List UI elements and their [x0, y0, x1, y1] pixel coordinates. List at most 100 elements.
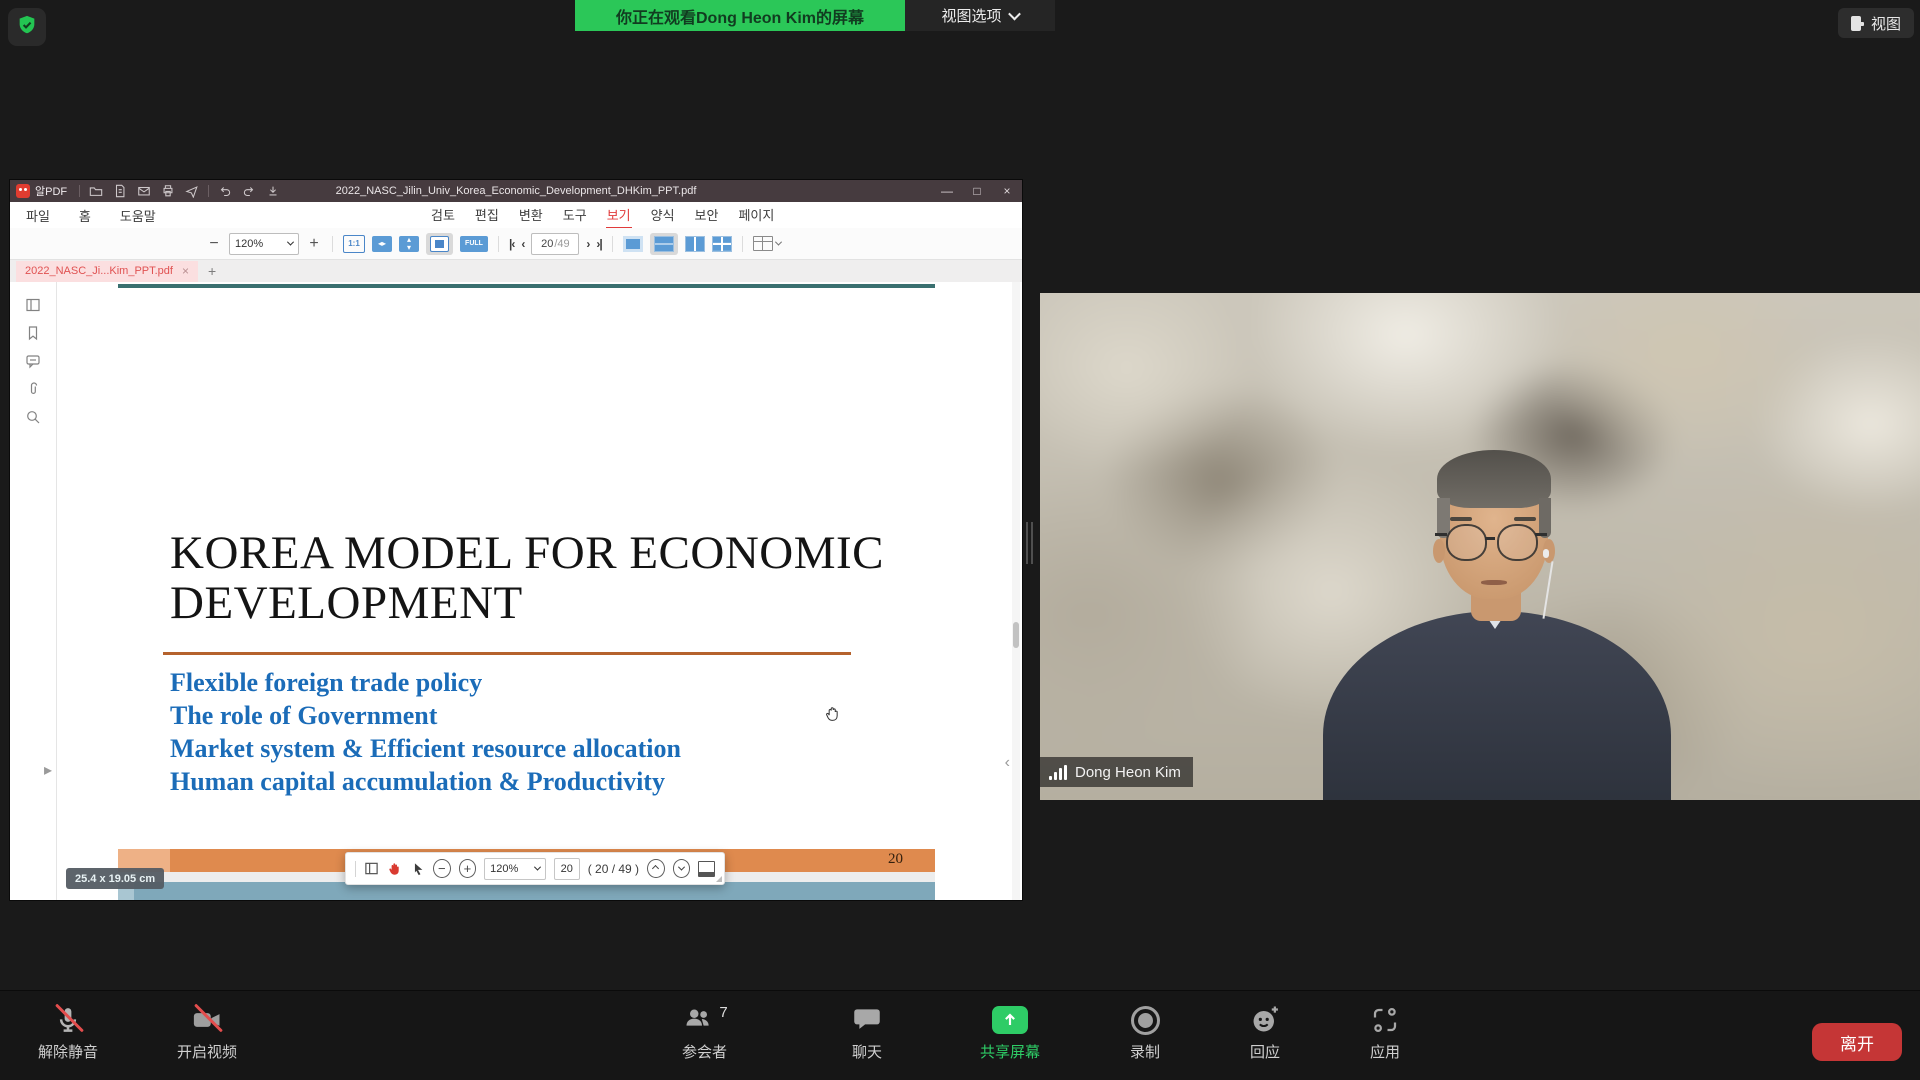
shield-check-icon [16, 14, 38, 41]
leave-meeting-button[interactable]: 离开 [1812, 1023, 1902, 1061]
pdf-document-area: ▸ KOREA MODEL FOR ECONOMIC DEVELOPMENT F… [10, 282, 1022, 900]
fit-page-button-selected[interactable] [426, 233, 453, 255]
pdf-floating-toolbar: − + 120% 20 ( 20 / 49 ) [345, 852, 725, 885]
sidebar-expand-chevron[interactable]: ▸ [44, 760, 52, 780]
fullscreen-button[interactable]: FULL [460, 236, 488, 252]
audio-level-icon [1049, 764, 1067, 780]
menu-convert[interactable]: 변환 [518, 202, 544, 229]
drag-handle[interactable] [355, 861, 356, 877]
open-file-icon[interactable] [84, 180, 108, 202]
chevron-down-icon [1008, 8, 1021, 21]
zoom-out-button[interactable]: − [433, 859, 451, 878]
tab-close-icon[interactable]: × [182, 264, 189, 278]
security-shield-badge[interactable] [8, 8, 46, 46]
zoom-in-button[interactable]: + [459, 859, 477, 878]
page-number-input[interactable]: 20 /49 [531, 233, 579, 255]
slide-divider-rule [163, 652, 851, 655]
chevron-down-icon [775, 239, 782, 246]
page-layout-dropdown[interactable] [753, 236, 781, 251]
minimize-button[interactable]: — [932, 180, 962, 202]
maximize-button[interactable]: □ [962, 180, 992, 202]
reactions-button[interactable]: 回应 [1215, 1001, 1315, 1062]
email-icon[interactable] [132, 180, 156, 202]
menu-help[interactable]: 도움말 [119, 203, 157, 228]
zoom-in-button[interactable]: + [306, 235, 322, 253]
participants-count-badge: 7 [719, 1004, 727, 1021]
select-tool-icon[interactable] [411, 862, 425, 876]
attachments-panel-icon[interactable] [23, 379, 43, 399]
last-page-button[interactable]: ›| [596, 237, 601, 251]
share-screen-icon [992, 1006, 1028, 1034]
undo-icon[interactable] [213, 180, 237, 202]
camera-off-icon [190, 1001, 224, 1039]
page-view-mode-icon[interactable] [698, 861, 715, 877]
microphone-muted-icon [53, 1001, 83, 1039]
record-button[interactable]: 录制 [1095, 1001, 1195, 1062]
print-icon[interactable] [156, 180, 180, 202]
zoom-level-select[interactable]: 120% [229, 233, 299, 255]
participants-button[interactable]: 7 参会者 [647, 1001, 762, 1062]
page-number-input[interactable]: 20 [554, 858, 580, 880]
meeting-control-bar: 解除静音 开启视频 7 参会者 聊天 [0, 990, 1920, 1080]
scrollbar-thumb[interactable] [1013, 622, 1019, 648]
comments-panel-icon[interactable] [23, 351, 43, 371]
bullet-line: Flexible foreign trade policy [170, 666, 681, 699]
document-icon[interactable] [108, 180, 132, 202]
bookmarks-panel-icon[interactable] [23, 323, 43, 343]
start-video-button[interactable]: 开启视频 [157, 1001, 257, 1062]
redo-icon[interactable] [237, 180, 261, 202]
zoom-meeting-screen: 你正在观看Dong Heon Kim的屏幕 视图选项 视图 알PDF 2022_… [0, 0, 1920, 1080]
next-page-button[interactable] [673, 859, 691, 878]
menu-tools[interactable]: 도구 [562, 202, 588, 229]
document-tab[interactable]: 2022_NASC_Ji...Kim_PPT.pdf × [16, 261, 198, 282]
menu-security[interactable]: 보안 [694, 202, 720, 229]
menu-edit[interactable]: 편집 [474, 202, 500, 229]
fit-height-button[interactable]: ▴▾ [399, 236, 419, 252]
next-page-button[interactable]: › [586, 237, 589, 251]
panel-collapse-chevron[interactable]: ‹ [1005, 754, 1010, 772]
menu-file[interactable]: 파일 [25, 203, 51, 228]
thumbnails-panel-icon[interactable] [23, 295, 43, 315]
previous-page-button[interactable]: ‹ [521, 237, 524, 251]
menu-page[interactable]: 페이지 [737, 202, 775, 229]
participant-name-tag: Dong Heon Kim [1040, 757, 1193, 787]
grid-view-button[interactable] [712, 236, 732, 252]
participants-icon [681, 1005, 715, 1035]
zoom-out-button[interactable]: − [206, 235, 222, 253]
slide-bullet-list: Flexible foreign trade policy The role o… [170, 666, 681, 798]
page-indicator: ( 20 / 49 ) [588, 862, 639, 876]
share-screen-button[interactable]: 共享屏幕 [950, 1001, 1070, 1062]
first-page-button[interactable]: |‹ [509, 237, 514, 251]
view-button[interactable]: 视图 [1838, 8, 1914, 38]
tab-label: 2022_NASC_Ji...Kim_PPT.pdf [25, 265, 173, 277]
sidebar-toggle-icon[interactable] [364, 861, 379, 876]
continuous-view-button-selected[interactable] [650, 233, 678, 255]
toolbar-resize-corner[interactable] [716, 876, 722, 882]
fit-width-button[interactable]: ◂▸ [372, 236, 392, 252]
two-page-view-button[interactable] [685, 236, 705, 252]
unmute-button[interactable]: 解除静音 [18, 1001, 118, 1062]
actual-size-button[interactable]: 1:1 [343, 235, 365, 253]
page-size-badge: 25.4 x 19.05 cm [66, 868, 164, 889]
fit-page-icon [430, 236, 449, 252]
search-panel-icon[interactable] [23, 407, 43, 427]
apps-button[interactable]: 应用 [1335, 1001, 1435, 1062]
menu-home[interactable]: 홈 [78, 203, 92, 228]
glasses [1446, 524, 1487, 561]
single-page-view-button[interactable] [623, 236, 643, 252]
vertical-scrollbar[interactable] [1012, 282, 1020, 900]
menu-review[interactable]: 검토 [430, 202, 456, 229]
view-options-button[interactable]: 视图选项 [905, 0, 1055, 31]
customize-toolbar-icon[interactable] [261, 180, 285, 202]
menu-view-active[interactable]: 보기 [606, 202, 632, 229]
previous-page-button[interactable] [647, 859, 665, 878]
new-tab-button[interactable]: + [208, 263, 216, 279]
panel-divider-handle[interactable] [1026, 522, 1034, 564]
zoom-level-select[interactable]: 120% [484, 858, 546, 880]
menu-forms[interactable]: 양식 [650, 202, 676, 229]
share-icon[interactable] [180, 180, 204, 202]
close-button[interactable]: × [992, 180, 1022, 202]
hand-tool-icon[interactable] [387, 861, 403, 877]
chat-button[interactable]: 聊天 [817, 1001, 917, 1062]
participant-video-tile[interactable]: Dong Heon Kim [1040, 293, 1920, 800]
